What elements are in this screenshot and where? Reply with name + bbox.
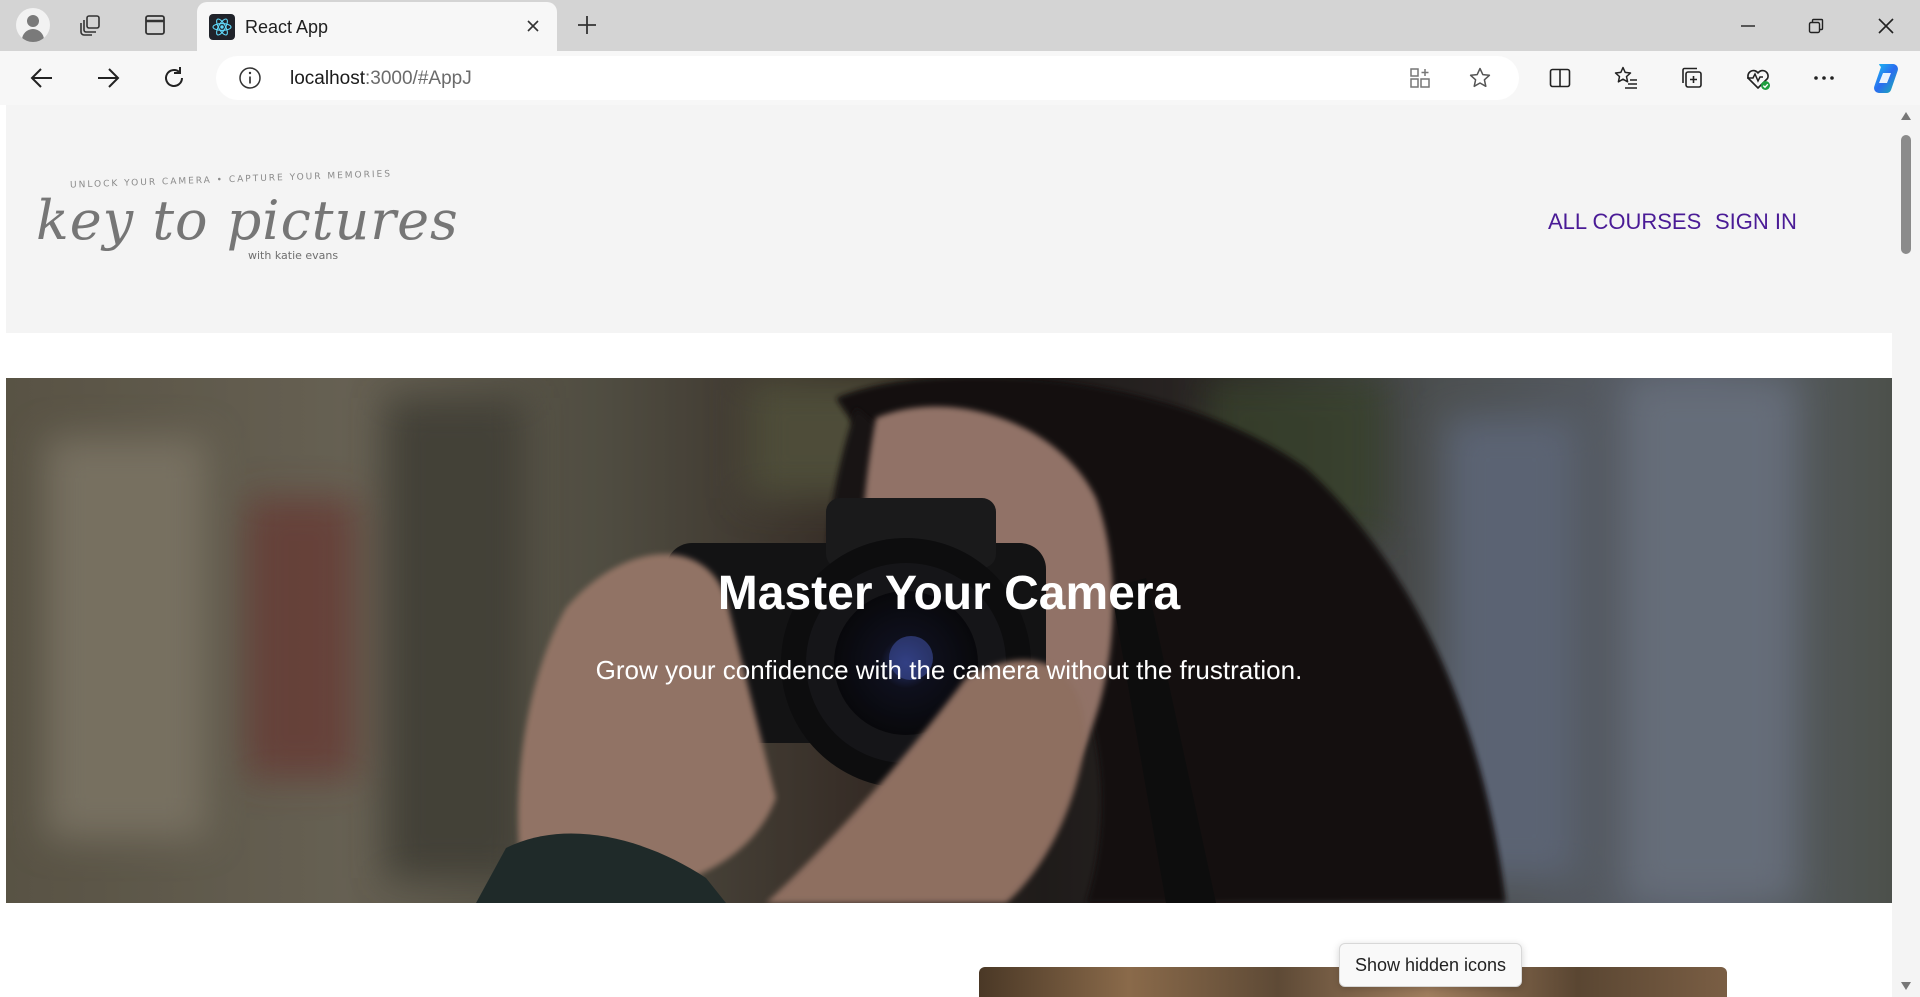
copilot-icon — [1874, 64, 1898, 94]
more-dots-icon — [1814, 76, 1834, 80]
vertical-tabs-button[interactable] — [134, 6, 176, 44]
workspaces-icon — [80, 15, 100, 36]
browser-toolbar: localhost:3000/#AppJ — [0, 51, 1920, 105]
heart-pulse-icon — [1747, 69, 1770, 90]
settings-more-button[interactable] — [1802, 58, 1846, 98]
hero-subtitle: Grow your confidence with the camera wit… — [595, 655, 1303, 685]
site-logo[interactable]: UNLOCK YOUR CAMERA • CAPTURE YOUR MEMORI… — [30, 169, 458, 273]
hero-banner: Master Your Camera Grow your confidence … — [6, 378, 1892, 903]
hero-title: Master Your Camera — [717, 567, 1181, 620]
hero-overlay — [6, 378, 1892, 903]
minimize-button[interactable] — [1714, 0, 1782, 51]
react-favicon-icon — [209, 14, 235, 40]
collections-button[interactable] — [1670, 58, 1714, 98]
back-arrow-icon — [30, 68, 52, 88]
close-icon — [1878, 17, 1894, 34]
active-tab[interactable]: React App — [197, 2, 557, 51]
star-icon — [1469, 67, 1491, 88]
app-available-button[interactable] — [1400, 62, 1440, 94]
scroll-down-arrow-icon[interactable] — [1900, 981, 1912, 991]
page-scrollbar[interactable] — [1892, 105, 1920, 997]
split-screen-button[interactable] — [1538, 58, 1582, 98]
logo-wordmark: key to pictures — [36, 189, 459, 252]
workspaces-button[interactable] — [70, 6, 112, 44]
url-text[interactable]: localhost:3000/#AppJ — [290, 68, 472, 90]
scroll-up-arrow-icon[interactable] — [1900, 111, 1912, 121]
site-header: UNLOCK YOUR CAMERA • CAPTURE YOUR MEMORI… — [6, 105, 1892, 333]
tab-close-button[interactable] — [521, 14, 545, 38]
browser-essentials-button[interactable] — [1736, 58, 1780, 98]
restore-icon — [1808, 18, 1824, 33]
collections-icon — [1682, 67, 1702, 88]
restore-button[interactable] — [1782, 0, 1850, 51]
back-button[interactable] — [20, 58, 64, 98]
profile-avatar-icon — [16, 8, 50, 42]
favorite-star-button[interactable] — [1460, 62, 1500, 94]
refresh-icon — [165, 67, 183, 87]
logo-tagline: UNLOCK YOUR CAMERA • CAPTURE YOUR MEMORI… — [69, 169, 393, 191]
nav-all-courses-link[interactable]: ALL COURSES — [1548, 209, 1701, 235]
scrollbar-thumb[interactable] — [1901, 135, 1911, 254]
page-viewport: UNLOCK YOUR CAMERA • CAPTURE YOUR MEMORI… — [6, 105, 1892, 997]
show-hidden-icons-tooltip: Show hidden icons — [1339, 943, 1522, 987]
minimize-icon — [1741, 24, 1755, 27]
tab-actions-icon — [145, 15, 165, 35]
new-tab-button[interactable] — [566, 6, 608, 44]
favorites-button[interactable] — [1604, 58, 1648, 98]
window-close-button[interactable] — [1852, 0, 1920, 51]
site-info-icon[interactable] — [238, 66, 262, 90]
refresh-button[interactable] — [152, 58, 196, 98]
browser-title-bar: React App — [0, 0, 1920, 51]
favorites-list-icon — [1614, 66, 1637, 89]
logo-byline: with katie evans — [248, 249, 339, 262]
copilot-button[interactable] — [1864, 58, 1908, 98]
tab-title: React App — [245, 17, 329, 37]
plus-icon — [578, 16, 596, 34]
nav-sign-in-link[interactable]: SIGN IN — [1715, 209, 1797, 235]
close-icon — [527, 20, 539, 32]
split-screen-icon — [1549, 68, 1571, 88]
apps-icon — [1410, 68, 1430, 88]
forward-arrow-icon — [98, 68, 120, 88]
address-bar[interactable]: localhost:3000/#AppJ — [216, 56, 1519, 100]
forward-button[interactable] — [86, 58, 130, 98]
profile-button[interactable] — [12, 6, 54, 44]
